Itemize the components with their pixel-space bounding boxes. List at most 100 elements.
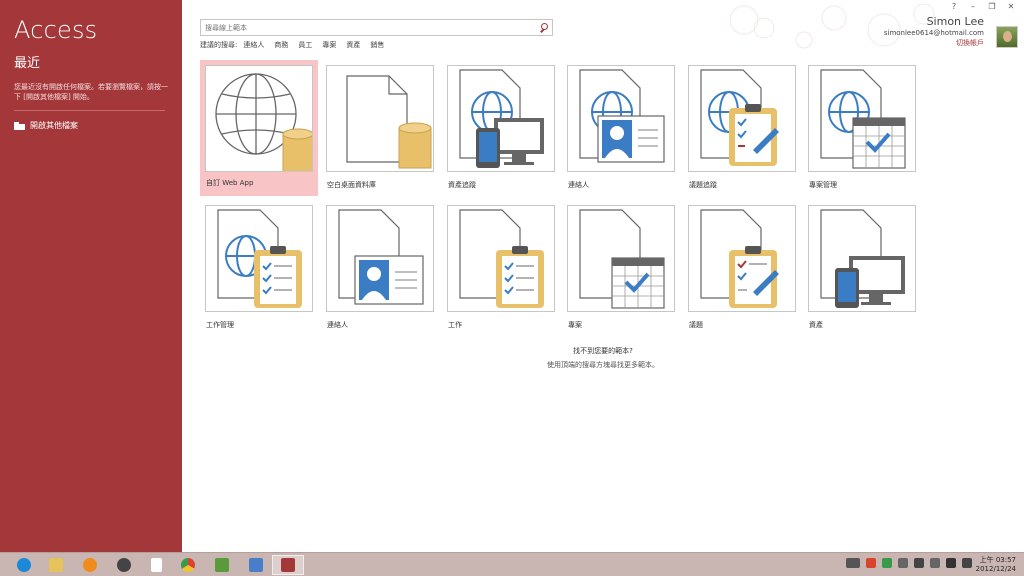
- media-player-icon: [83, 558, 97, 572]
- blank-database-icon: [346, 75, 432, 169]
- wifi-icon[interactable]: [914, 558, 924, 568]
- template-label: 連絡人: [568, 181, 589, 189]
- taskbar-explorer[interactable]: [40, 555, 72, 575]
- tray-sync-icon[interactable]: [898, 558, 908, 568]
- help-button[interactable]: ?: [949, 2, 959, 11]
- open-other-files-label: 開啟其他檔案: [30, 121, 78, 130]
- suggested-searches: 建議的搜尋: 連絡人 商務 員工 專案 資產 銷售: [200, 40, 394, 50]
- template-assets[interactable]: 資產: [808, 205, 916, 330]
- flag-icon[interactable]: [930, 558, 940, 568]
- template-task-management[interactable]: 工作管理: [205, 205, 313, 330]
- taskbar-ie[interactable]: [8, 555, 40, 575]
- user-name: Simon Lee: [926, 15, 984, 28]
- suggested-searches-label: 建議的搜尋:: [200, 41, 238, 49]
- template-label: 議題: [689, 321, 703, 329]
- minimize-button[interactable]: –: [968, 2, 978, 11]
- task-management-icon: [217, 209, 302, 308]
- template-label: 自訂 Web App: [206, 179, 254, 187]
- template-label: 專案管理: [809, 181, 837, 189]
- folder-open-icon: [14, 121, 25, 130]
- close-button[interactable]: ✕: [1006, 2, 1016, 11]
- not-found-line2: 使用頂端的搜尋方塊尋找更多範本。: [547, 361, 659, 369]
- taskbar: 上午 03:57 2012/12/24: [0, 552, 1024, 576]
- taskbar-access[interactable]: [272, 555, 304, 575]
- template-search-input[interactable]: [201, 20, 536, 35]
- projects-icon: [579, 209, 665, 309]
- issues-icon: [700, 209, 779, 308]
- restore-button[interactable]: ❐: [987, 2, 997, 11]
- recent-empty-message: 您最近沒有開啟任何檔案。若要瀏覽檔案，請按一下 [開啟其他檔案] 開始。: [14, 83, 168, 101]
- suggested-search-employees[interactable]: 員工: [298, 40, 312, 50]
- suggested-search-sales[interactable]: 銷售: [370, 40, 384, 50]
- window-controls: ? – ❐ ✕: [949, 2, 1016, 11]
- home-app-icon: [117, 558, 131, 572]
- template-label: 空白桌面資料庫: [327, 181, 376, 189]
- suggested-search-business[interactable]: 商務: [274, 40, 288, 50]
- template-label: 連絡人: [327, 321, 348, 329]
- pen-app-icon: [249, 558, 263, 572]
- access-app-icon: [281, 558, 295, 572]
- issue-tracking-icon: [700, 69, 779, 166]
- document-icon: [150, 558, 162, 572]
- contacts-icon: [338, 209, 424, 305]
- switch-account-link[interactable]: 切換帳戶: [884, 38, 984, 48]
- template-contacts-web[interactable]: 連絡人: [567, 65, 675, 190]
- suggested-search-projects[interactable]: 專案: [322, 40, 336, 50]
- search-icon[interactable]: [536, 20, 552, 35]
- project-management-icon: [820, 69, 906, 169]
- template-gallery: 建議的搜尋: 連絡人 商務 員工 專案 資產 銷售 ? – ❐ ✕ Simon …: [182, 0, 1024, 552]
- web-app-icon: [215, 73, 312, 171]
- file-explorer-icon: [49, 558, 63, 572]
- asset-tracking-icon: [459, 69, 544, 168]
- open-other-files-button[interactable]: 開啟其他檔案: [14, 120, 78, 131]
- template-project-management[interactable]: 專案管理: [808, 65, 916, 190]
- template-label: 資產: [809, 321, 823, 329]
- template-custom-web-app[interactable]: 自訂 Web App: [200, 60, 318, 196]
- template-tasks[interactable]: 工作: [447, 205, 555, 330]
- battery-icon[interactable]: [946, 558, 956, 568]
- not-found-message: 找不到您要的範本? 使用頂端的搜尋方塊尋找更多範本。: [182, 346, 1024, 370]
- assets-icon: [820, 209, 905, 308]
- suggested-search-assets[interactable]: 資產: [346, 40, 360, 50]
- user-account: Simon Lee simonlee0614@hotmail.com 切換帳戶: [884, 15, 984, 48]
- template-label: 資產追蹤: [448, 181, 476, 189]
- backstage-left-pane: Access 最近 您最近沒有開啟任何檔案。若要瀏覽檔案，請按一下 [開啟其他檔…: [0, 0, 182, 552]
- template-issue-tracking[interactable]: 議題追蹤: [688, 65, 796, 190]
- tasks-icon: [459, 209, 544, 308]
- template-label: 工作: [448, 321, 462, 329]
- left-divider: [14, 110, 165, 111]
- ie-icon: [17, 558, 31, 572]
- network-app-icon: [215, 558, 229, 572]
- tray-app-icon[interactable]: [866, 558, 876, 568]
- contacts-web-icon: [579, 69, 665, 163]
- user-email: simonlee0614@hotmail.com: [883, 29, 984, 37]
- taskbar-document[interactable]: [140, 555, 172, 575]
- template-asset-tracking[interactable]: 資產追蹤: [447, 65, 555, 190]
- volume-icon[interactable]: [962, 558, 972, 568]
- taskbar-media-player[interactable]: [74, 555, 106, 575]
- taskbar-pen-app[interactable]: [240, 555, 272, 575]
- suggested-search-contacts[interactable]: 連絡人: [243, 40, 264, 50]
- taskbar-clock[interactable]: 上午 03:57 2012/12/24: [976, 556, 1016, 574]
- template-projects[interactable]: 專案: [567, 205, 675, 330]
- template-search-box: [200, 19, 553, 36]
- recent-heading: 最近: [14, 56, 41, 71]
- template-blank-desktop-database[interactable]: 空白桌面資料庫: [326, 65, 434, 190]
- chrome-icon: [181, 558, 195, 572]
- clock-date: 2012/12/24: [975, 565, 1016, 573]
- avatar[interactable]: [996, 26, 1018, 48]
- template-issues[interactable]: 議題: [688, 205, 796, 330]
- template-contacts[interactable]: 連絡人: [326, 205, 434, 330]
- clock-time: 上午 03:57: [979, 556, 1016, 564]
- template-label: 專案: [568, 321, 582, 329]
- keyboard-icon[interactable]: [846, 558, 860, 568]
- taskbar-home-app[interactable]: [108, 555, 140, 575]
- template-label: 工作管理: [206, 321, 234, 329]
- taskbar-chrome[interactable]: [172, 555, 204, 575]
- template-label: 議題追蹤: [689, 181, 717, 189]
- system-tray: [846, 558, 972, 568]
- app-title: Access: [14, 16, 98, 44]
- tray-network-icon[interactable]: [882, 558, 892, 568]
- not-found-line1: 找不到您要的範本?: [573, 347, 633, 355]
- taskbar-network-app[interactable]: [206, 555, 238, 575]
